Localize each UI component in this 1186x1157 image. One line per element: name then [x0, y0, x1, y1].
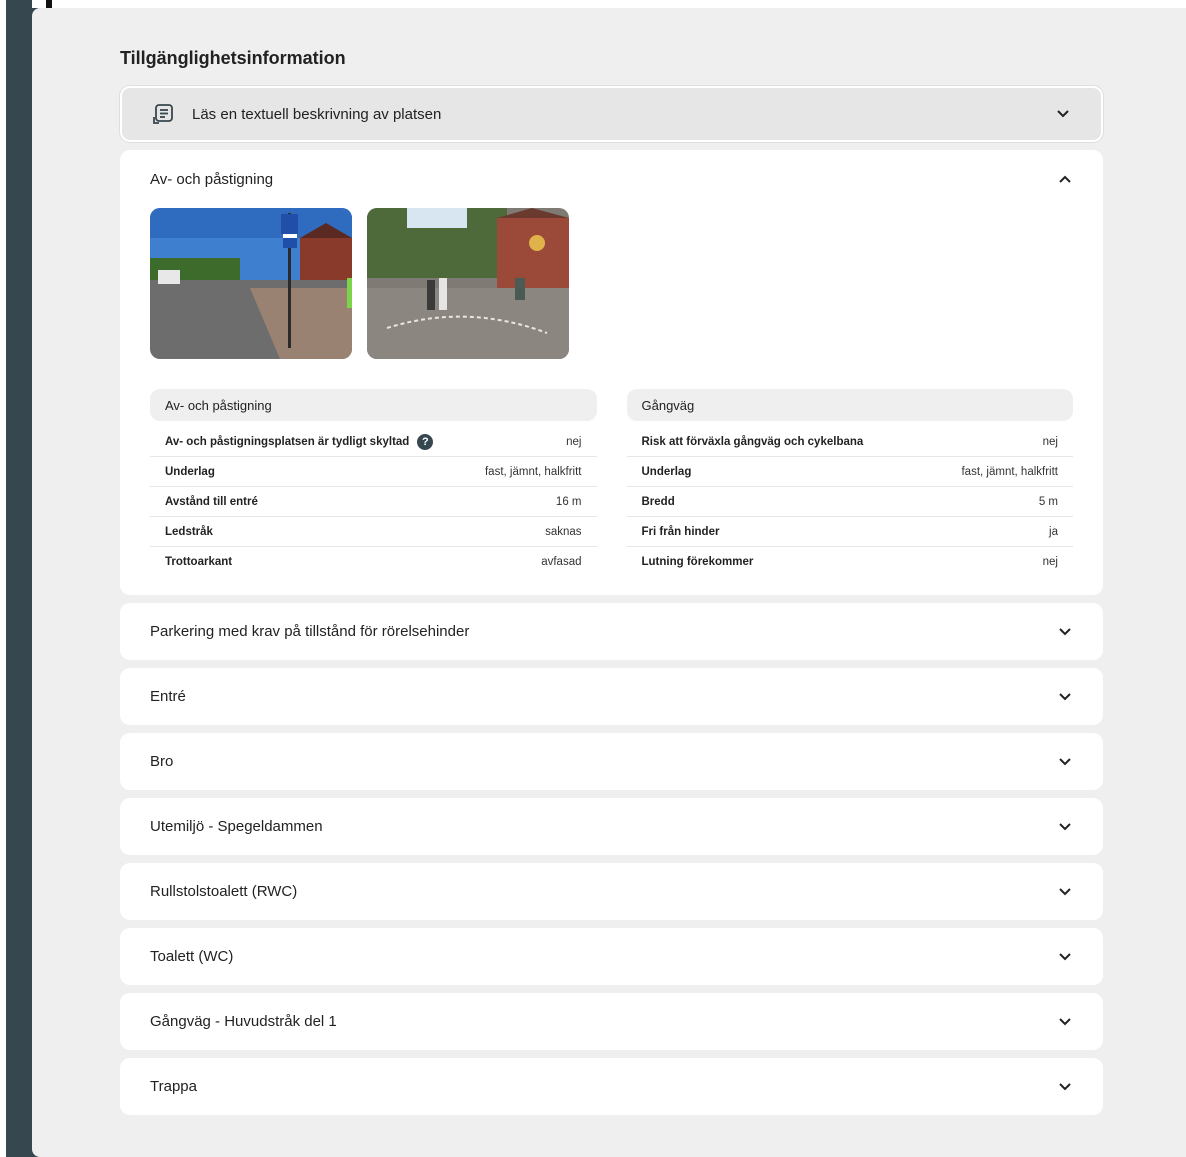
row-value: fast, jämnt, halkfritt — [961, 465, 1058, 478]
row-key: Underlag — [641, 465, 692, 478]
row-value: 5 m — [1038, 495, 1058, 508]
table-row: Underlag fast, jämnt, halkfritt — [626, 457, 1073, 487]
panel-header[interactable]: Gångväg - Huvudstråk del 1 — [120, 993, 1103, 1050]
panel-header[interactable]: Utemiljö - Spegeldammen — [120, 798, 1103, 855]
chevron-down-icon — [1057, 819, 1073, 835]
chevron-up-icon — [1057, 171, 1073, 187]
panel-title: Toalett (WC) — [150, 948, 234, 965]
row-value: 16 m — [555, 495, 582, 508]
document-list-icon — [152, 103, 174, 125]
row-value: nej — [566, 435, 582, 448]
table-header: Gångväg — [626, 389, 1073, 421]
table-row: Bredd 5 m — [626, 487, 1073, 517]
row-value: nej — [1042, 435, 1058, 448]
panel-title: Utemiljö - Spegeldammen — [150, 818, 323, 835]
textual-description-label: Läs en textuell beskrivning av platsen — [192, 105, 442, 123]
chevron-down-icon — [1057, 1079, 1073, 1095]
panel-gangvag-huvudstrak[interactable]: Gångväg - Huvudstråk del 1 — [120, 993, 1103, 1050]
parking-sign-street-photo[interactable] — [150, 208, 352, 359]
table-row: Fri från hinder ja — [626, 517, 1073, 547]
chevron-down-icon — [1057, 754, 1073, 770]
row-value: fast, jämnt, halkfritt — [484, 465, 582, 478]
row-key: Ledstråk — [165, 525, 213, 538]
row-key: Lutning förekommer — [641, 556, 754, 568]
row-key: Risk att förväxla gångväg och cykelbana — [641, 435, 864, 448]
panel-header[interactable]: Parkering med krav på tillstånd för röre… — [120, 603, 1103, 660]
table-row: Avstånd till entré 16 m — [150, 487, 597, 517]
table-row: Lutning förekommer nej — [627, 547, 1074, 577]
row-key: Av- och påstigningsplatsen är tydligt sk… — [165, 435, 410, 448]
panel-title: Bro — [150, 753, 174, 770]
row-key: Avstånd till entré — [165, 495, 258, 508]
table-row: Trottoarkant avfasad — [150, 547, 597, 577]
panel-header[interactable]: Rullstolstoalett (RWC) — [120, 863, 1103, 920]
table-row: Ledstråk saknas — [150, 517, 597, 547]
courtyard-walkway-photo[interactable] — [367, 208, 569, 359]
panel-header[interactable]: Trappa — [120, 1058, 1103, 1115]
chevron-down-icon — [1055, 106, 1071, 122]
row-value: ja — [1049, 525, 1058, 538]
panel-title: Parkering med krav på tillstånd för röre… — [150, 623, 470, 640]
row-key: Trottoarkant — [165, 556, 233, 568]
section-title: Tillgänglighetsinformation — [120, 48, 346, 68]
panel-rullstolstoalett[interactable]: Rullstolstoalett (RWC) — [120, 863, 1103, 920]
panel-toalett[interactable]: Toalett (WC) — [120, 928, 1103, 985]
chevron-down-icon — [1057, 689, 1073, 705]
table-row: Risk att förväxla gångväg och cykelbana … — [626, 427, 1073, 457]
details-tables: Av- och påstigning Av- och påstigningspl… — [120, 359, 1103, 595]
panel-title: Av- och påstigning — [150, 170, 274, 188]
row-key: Fri från hinder — [641, 525, 720, 538]
panel-title: Rullstolstoalett (RWC) — [150, 883, 298, 900]
panel-title: Gångväg - Huvudstråk del 1 — [150, 1013, 337, 1030]
panel-entre[interactable]: Entré — [120, 668, 1103, 725]
table-av-och-pastigning: Av- och påstigning Av- och påstigningspl… — [150, 389, 597, 577]
panel-title: Entré — [150, 688, 186, 705]
panel-trappa[interactable]: Trappa — [120, 1058, 1103, 1115]
row-key: Underlag — [165, 465, 215, 478]
accordion-list: Läs en textuell beskrivning av platsen A… — [120, 86, 1103, 1123]
panel-header[interactable]: Entré — [120, 668, 1103, 725]
table-gangvag: Gångväg Risk att förväxla gångväg och cy… — [626, 389, 1074, 577]
panel-parkering[interactable]: Parkering med krav på tillstånd för röre… — [120, 603, 1103, 660]
panel-bro[interactable]: Bro — [120, 733, 1103, 790]
chevron-down-icon — [1057, 1014, 1073, 1030]
row-value: saknas — [545, 525, 582, 538]
chevron-down-icon — [1057, 624, 1073, 640]
panel-utemiljo[interactable]: Utemiljö - Spegeldammen — [120, 798, 1103, 855]
row-key: Bredd — [641, 495, 675, 508]
table-header: Av- och påstigning — [150, 389, 597, 421]
textual-description-toggle[interactable]: Läs en textuell beskrivning av platsen — [120, 86, 1103, 142]
photo-gallery — [120, 208, 1103, 359]
chevron-down-icon — [1057, 884, 1073, 900]
main-content: Tillgänglighetsinformation Läs en textue… — [32, 8, 1186, 1157]
top-bar — [32, 0, 1186, 8]
chevron-down-icon — [1057, 949, 1073, 965]
panel-av-och-pastigning: Av- och påstigning Av- och påstigning Av… — [120, 150, 1103, 595]
table-row: Underlag fast, jämnt, halkfritt — [150, 457, 597, 487]
help-icon[interactable]: ? — [417, 433, 434, 450]
row-value: nej — [1042, 556, 1058, 568]
panel-header-av-och-pastigning[interactable]: Av- och påstigning — [120, 150, 1103, 208]
panel-header[interactable]: Bro — [120, 733, 1103, 790]
panel-header[interactable]: Toalett (WC) — [120, 928, 1103, 985]
table-row: Av- och påstigningsplatsen är tydligt sk… — [150, 427, 597, 457]
row-value: avfasad — [541, 556, 582, 568]
panel-title: Trappa — [150, 1078, 197, 1095]
